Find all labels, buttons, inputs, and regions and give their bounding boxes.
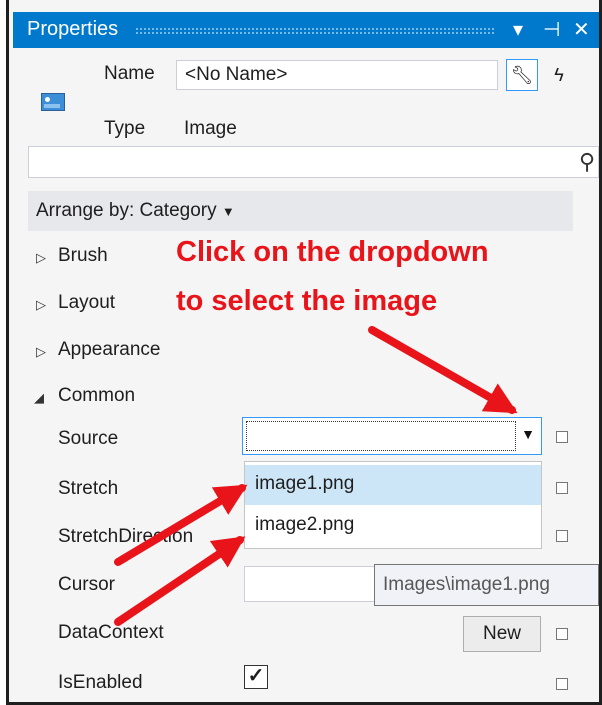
source-property-marker[interactable] <box>556 431 568 443</box>
wrench-icon: 🔧︎ <box>510 65 534 85</box>
name-label: Name <box>104 63 155 84</box>
chevron-down-icon: ▼ <box>221 204 235 219</box>
properties-wrench-button[interactable]: 🔧︎ <box>506 59 538 91</box>
category-layout[interactable]: Layout <box>58 292 115 314</box>
properties-titlebar: Properties ▾ ⊣ ✕ <box>13 12 599 48</box>
annotation-line-1: Click on the dropdown <box>176 236 489 268</box>
arrange-by-label: Arrange by: Category ▼ <box>36 200 235 221</box>
property-search-input[interactable] <box>28 146 599 178</box>
dropdown-item-image2[interactable]: image2.png <box>245 506 541 546</box>
type-value: Image <box>184 118 237 139</box>
arrange-by-bar[interactable]: Arrange by: Category ▼ <box>28 191 573 231</box>
dropdown-arrow-icon[interactable]: ▾ <box>513 17 523 42</box>
type-label: Type <box>104 118 146 139</box>
property-source-label: Source <box>58 428 119 449</box>
checkmark-icon: ✓ <box>247 665 265 687</box>
datacontext-property-marker[interactable] <box>556 628 568 640</box>
expand-appearance-icon[interactable]: ▷ <box>36 344 46 360</box>
stretchdirection-property-marker[interactable] <box>556 530 568 542</box>
annotation-line-2: to select the image <box>176 285 438 317</box>
lightning-bolt-icon: ϟ <box>554 65 564 85</box>
expand-layout-icon[interactable]: ▷ <box>36 297 46 313</box>
name-input[interactable]: <No Name> <box>176 60 498 90</box>
property-isenabled-label: IsEnabled <box>58 672 143 693</box>
stretch-property-marker[interactable] <box>556 482 568 494</box>
property-stretchdirection-label: StretchDirection <box>58 526 194 547</box>
source-dropdown-list: image1.png image2.png <box>244 461 542 549</box>
category-brush[interactable]: Brush <box>58 245 108 267</box>
search-icon[interactable]: ⚲ <box>579 149 595 175</box>
panel-title: Properties <box>27 18 119 40</box>
titlebar-grip[interactable] <box>135 27 495 34</box>
property-stretch-label: Stretch <box>58 478 119 499</box>
isenabled-property-marker[interactable] <box>556 678 568 690</box>
close-icon[interactable]: ✕ <box>573 17 590 42</box>
image-path-tooltip: Images\image1.png <box>374 564 599 606</box>
source-combobox-text[interactable] <box>246 421 516 451</box>
category-appearance[interactable]: Appearance <box>58 339 160 361</box>
pin-icon[interactable]: ⊣ <box>543 17 560 42</box>
category-common[interactable]: Common <box>58 385 135 407</box>
isenabled-checkbox[interactable]: ✓ <box>244 665 268 689</box>
image-type-icon <box>41 93 65 111</box>
property-cursor-label: Cursor <box>58 574 116 595</box>
collapse-common-icon[interactable]: ◢ <box>34 390 44 406</box>
property-datacontext-label: DataContext <box>58 622 164 643</box>
dropdown-item-image1[interactable]: image1.png <box>245 465 541 505</box>
events-button[interactable]: ϟ <box>544 59 574 91</box>
source-combobox[interactable]: ▼ <box>242 417 542 455</box>
source-dropdown-arrow-icon[interactable]: ▼ <box>521 426 535 442</box>
expand-brush-icon[interactable]: ▷ <box>36 250 46 266</box>
datacontext-new-button[interactable]: New <box>463 616 541 652</box>
